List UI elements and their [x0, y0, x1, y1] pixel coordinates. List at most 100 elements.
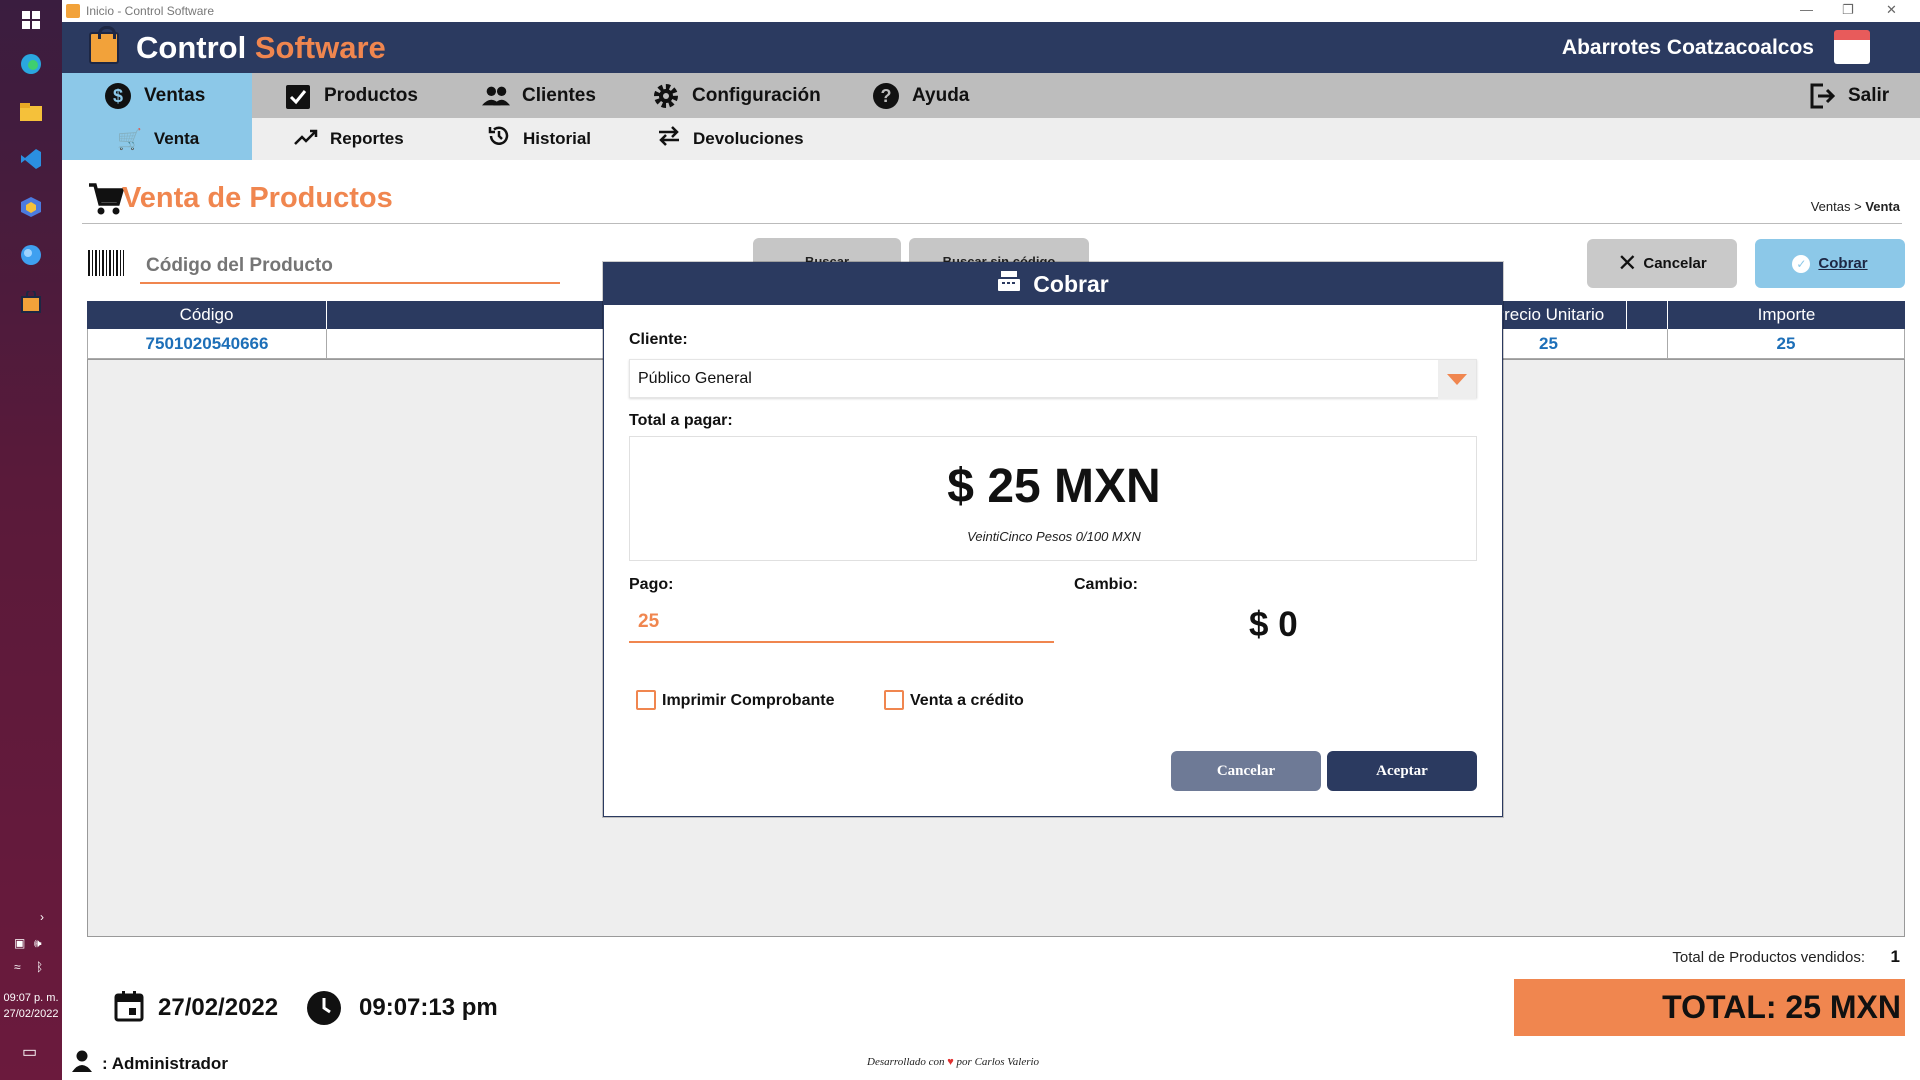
- history-icon: [487, 124, 511, 154]
- subnav-venta-label: Venta: [153, 129, 200, 148]
- cancel-sale-label: Cancelar: [1643, 255, 1707, 272]
- logout-label: Salir: [1848, 84, 1890, 106]
- cobrar-label: Cobrar: [1818, 255, 1868, 272]
- current-time: 09:07:13 pm: [359, 994, 498, 1021]
- subnav-historial-label: Historial: [523, 129, 592, 148]
- total-pagar-words: VeintiCinco Pesos 0/100 MXN: [967, 529, 1141, 544]
- th-importe: Importe: [1757, 305, 1816, 324]
- nav-configuracion[interactable]: Configuración: [652, 73, 821, 118]
- cancel-sale-button[interactable]: ✕ Cancelar: [1587, 239, 1737, 288]
- total-products-label: Total de Productos vendidos:: [1672, 949, 1865, 966]
- print-receipt-label[interactable]: Imprimir Comprobante: [662, 692, 834, 710]
- dialog-cancel-label: Cancelar: [1216, 762, 1276, 779]
- users-icon: [482, 82, 510, 110]
- windows-start-icon[interactable]: [19, 8, 43, 32]
- print-receipt-checkbox[interactable]: [636, 690, 656, 710]
- calendar-icon: [114, 990, 144, 1030]
- dialog-accept-label: Aceptar: [1376, 762, 1428, 779]
- svg-text:?: ?: [881, 86, 892, 106]
- pago-label: Pago:: [629, 576, 674, 593]
- notification-icon[interactable]: ▭: [22, 1042, 37, 1062]
- nav-ventas-label: Ventas: [144, 84, 206, 106]
- developer-credit: Desarrollado con ♥ por Carlos Valerio: [867, 1056, 1039, 1068]
- restore-icon[interactable]: ❐: [1842, 2, 1854, 18]
- cell-codigo: 7501020540666: [87, 329, 327, 359]
- nav-ayuda-label: Ayuda: [912, 84, 970, 106]
- total-amount: TOTAL: 25 MXN: [1514, 979, 1905, 1036]
- chevron-right-icon[interactable]: ›: [40, 910, 44, 924]
- subnav-devoluciones[interactable]: Devoluciones: [657, 118, 804, 160]
- nav-ayuda[interactable]: ? Ayuda: [872, 73, 969, 118]
- file-explorer-icon[interactable]: [19, 100, 43, 124]
- subnav-reportes[interactable]: Reportes: [294, 118, 404, 160]
- dialog-title: Cobrar: [1033, 270, 1109, 297]
- subnav-reportes-label: Reportes: [330, 129, 404, 148]
- dialog-cancel-button[interactable]: Cancelar: [1171, 751, 1321, 791]
- nav-clientes[interactable]: Clientes: [482, 73, 596, 118]
- cambio-value: $ 0: [1249, 605, 1298, 644]
- bubble-app-icon[interactable]: [19, 243, 43, 267]
- credit-sale-checkbox[interactable]: [884, 690, 904, 710]
- vscode-icon[interactable]: [19, 147, 43, 171]
- title-divider: [82, 223, 1902, 224]
- pago-input[interactable]: [629, 603, 1054, 643]
- th-codigo: Código: [87, 301, 327, 329]
- nav-productos[interactable]: Productos: [284, 73, 418, 118]
- check-circle-icon: ✓: [1792, 254, 1811, 273]
- tray-app-icon[interactable]: ▣: [14, 936, 25, 950]
- cobrar-button[interactable]: ✓ Cobrar: [1755, 239, 1905, 288]
- cube-app-icon[interactable]: [19, 195, 43, 219]
- cash-register-icon: [997, 270, 1021, 298]
- cambio-label: Cambio:: [1074, 576, 1138, 593]
- credit-sale-label[interactable]: Venta a crédito: [910, 692, 1024, 710]
- subnav-venta[interactable]: 🛒 Venta: [62, 118, 252, 160]
- total-pagar-box: $ 25 MXN VeintiCinco Pesos 0/100 MXN: [629, 436, 1477, 561]
- logout-button[interactable]: Salir: [1808, 73, 1889, 118]
- product-code-input[interactable]: [140, 250, 560, 284]
- subnav-historial[interactable]: Historial: [487, 118, 591, 160]
- clipboard-check-icon: [284, 82, 312, 110]
- total-pagar-label: Total a pagar:: [629, 412, 733, 429]
- edge-browser-icon[interactable]: [19, 52, 43, 76]
- cliente-select-value: Público General: [638, 369, 752, 387]
- chevron-down-icon[interactable]: [1438, 360, 1476, 399]
- minimize-icon[interactable]: —: [1800, 2, 1813, 17]
- brand-part-1: Control: [136, 30, 247, 65]
- gear-icon: [652, 82, 680, 110]
- title-bar: Inicio - Control Software — ❐ ✕: [62, 0, 1920, 22]
- breadcrumb-current: Venta: [1865, 199, 1900, 214]
- trend-up-icon: [294, 128, 318, 151]
- cliente-select[interactable]: Público General: [629, 359, 1477, 399]
- dialog-header: Cobrar: [604, 263, 1502, 305]
- store-name: Abarrotes Coatzacoalcos: [1561, 36, 1814, 59]
- svg-text:$: $: [113, 86, 123, 106]
- dollar-circle-icon: $: [104, 82, 132, 110]
- shopping-bag-logo-icon: [89, 26, 119, 64]
- wifi-icon[interactable]: ≈: [14, 960, 21, 974]
- credit-post: por Carlos Valerio: [956, 1056, 1040, 1068]
- taskbar-date: 27/02/2022: [3, 1008, 59, 1020]
- app-header: Control Software Abarrotes Coatzacoalcos: [62, 22, 1920, 73]
- control-software-taskbar-icon[interactable]: [19, 290, 43, 314]
- logout-icon: [1808, 82, 1836, 110]
- dialog-accept-button[interactable]: Aceptar: [1327, 751, 1477, 791]
- subnav-devoluciones-label: Devoluciones: [693, 129, 804, 148]
- bluetooth-icon[interactable]: ᛒ: [36, 960, 43, 974]
- user-icon: [72, 1050, 92, 1078]
- nav-ventas[interactable]: $ Ventas: [62, 73, 252, 118]
- current-user: : Administrador: [102, 1054, 228, 1073]
- nav-configuracion-label: Configuración: [692, 84, 821, 106]
- close-icon: ✕: [1617, 250, 1638, 277]
- window-title: Inicio - Control Software: [86, 4, 215, 18]
- volume-icon[interactable]: 🕪: [34, 936, 42, 951]
- taskbar-clock[interactable]: 09:07 p. m. 27/02/2022: [0, 990, 62, 1022]
- close-icon[interactable]: ✕: [1886, 2, 1897, 18]
- help-circle-icon: ?: [872, 82, 900, 110]
- nav-productos-label: Productos: [324, 84, 418, 106]
- app-window: Inicio - Control Software — ❐ ✕ Control …: [62, 0, 1920, 1080]
- breadcrumb-parent[interactable]: Ventas >: [1811, 199, 1862, 214]
- cobrar-dialog: Cobrar Cliente: Público General Total a …: [603, 262, 1503, 817]
- cart-icon: 🛒: [117, 128, 142, 151]
- page-title: Venta de Productos: [122, 182, 393, 214]
- os-taskbar: › ▣ 🕪 ≈ ᛒ 09:07 p. m. 27/02/2022 ▭: [0, 0, 62, 1080]
